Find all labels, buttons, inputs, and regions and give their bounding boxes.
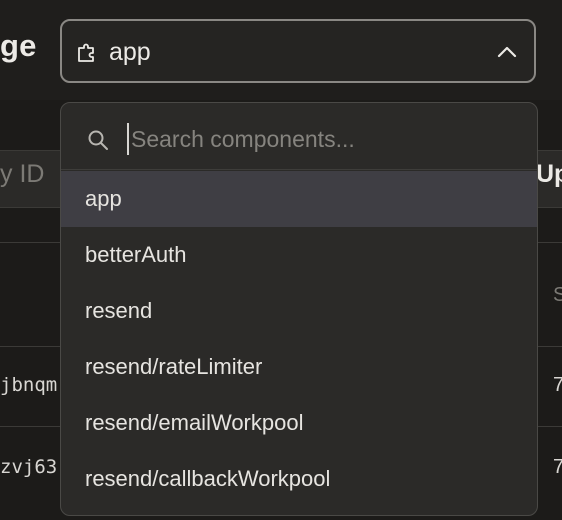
component-dropdown: app betterAuth resend resend/rateLimiter… — [60, 102, 538, 516]
search-input[interactable] — [127, 123, 523, 155]
component-selector[interactable]: app — [60, 19, 536, 83]
puzzle-icon — [78, 43, 94, 62]
search-icon — [88, 130, 108, 150]
search-row — [61, 103, 537, 170]
table-cell-id[interactable]: jbnqm — [0, 374, 57, 396]
component-option-resend-ratelimiter[interactable]: resend/rateLimiter — [61, 339, 537, 395]
component-option-betterauth[interactable]: betterAuth — [61, 227, 537, 283]
table-cell: S — [553, 284, 562, 306]
column-header-updated[interactable]: Up — [536, 160, 562, 189]
table-cell: 7 — [553, 456, 562, 478]
component-option-resend-emailworkpool[interactable]: resend/emailWorkpool — [61, 395, 537, 451]
column-header-id[interactable]: y ID — [0, 160, 44, 189]
page-title: ge — [0, 28, 37, 63]
component-option-resend-callbackworkpool[interactable]: resend/callbackWorkpool — [61, 451, 537, 507]
table-cell-id[interactable]: zvj63 — [0, 456, 57, 478]
component-option-resend[interactable]: resend — [61, 283, 537, 339]
table-cell: 7 — [553, 374, 562, 396]
component-option-app[interactable]: app — [61, 171, 537, 227]
selected-component: app — [109, 38, 151, 66]
chevron-up-icon — [497, 46, 517, 58]
component-list: app betterAuth resend resend/rateLimiter… — [61, 171, 537, 507]
